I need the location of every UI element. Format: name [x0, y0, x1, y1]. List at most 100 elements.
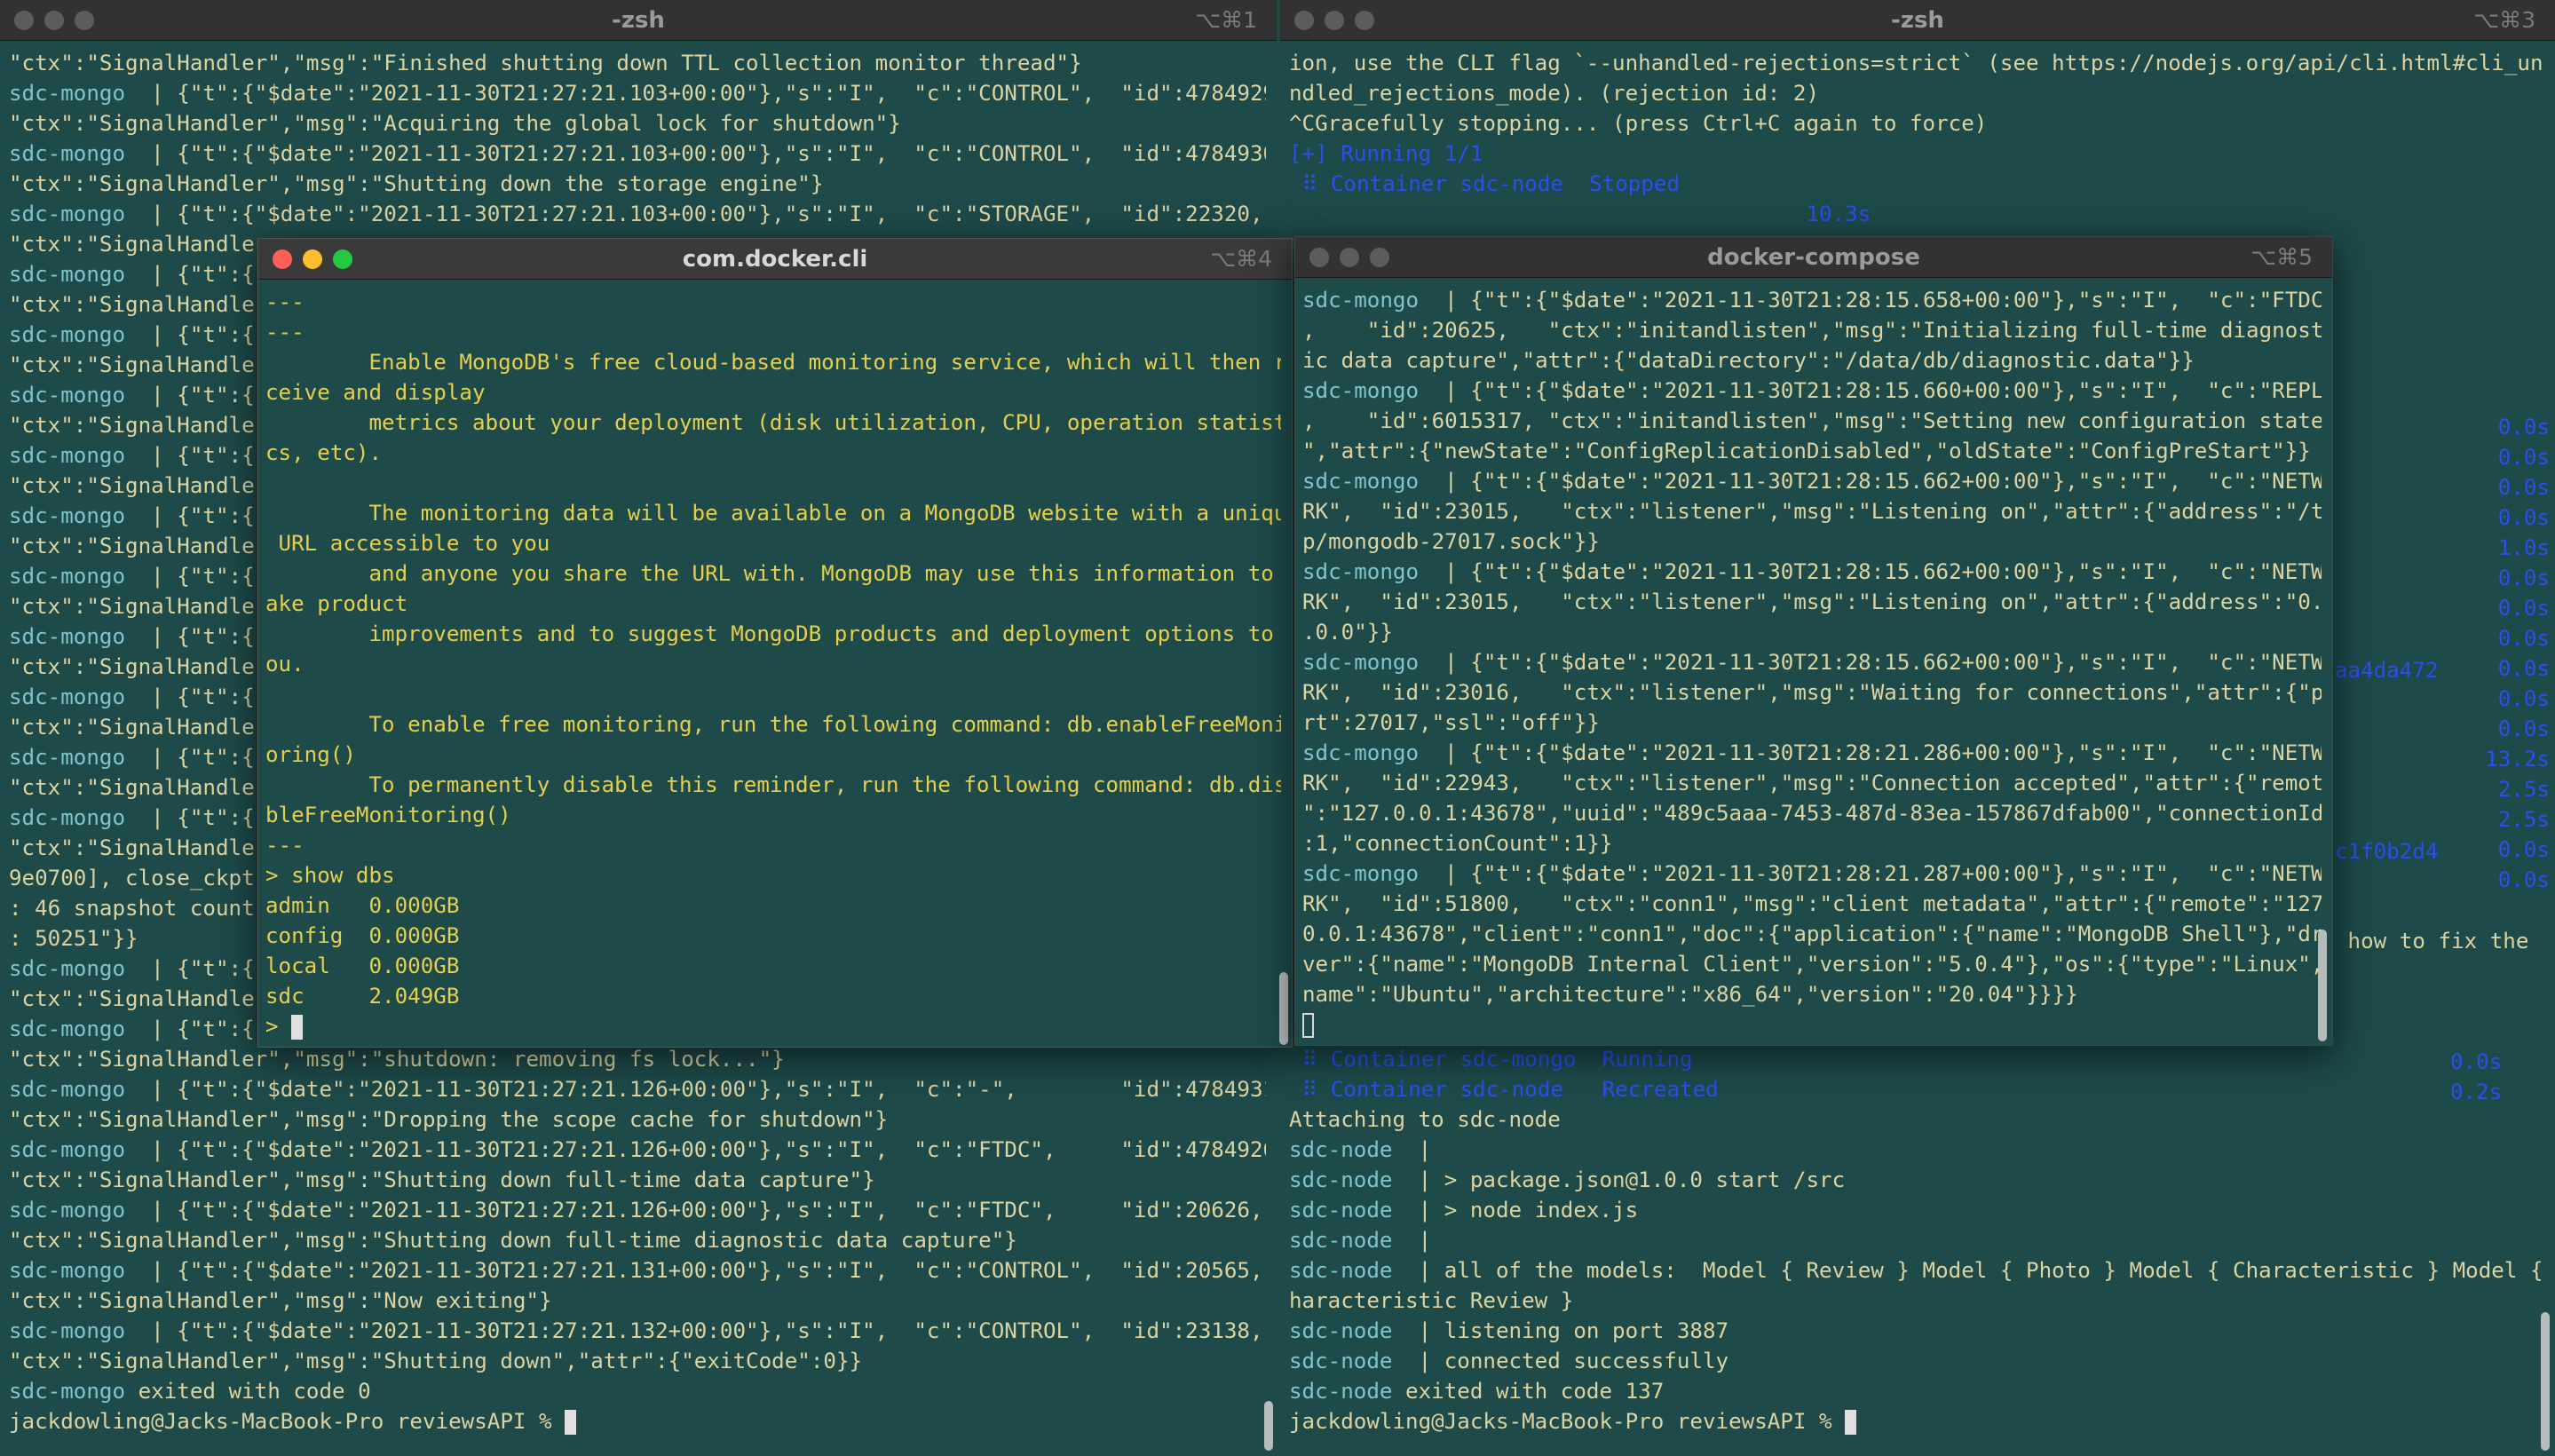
line-text: exited with code 137 [1392, 1379, 1665, 1404]
line-text: "ctx":"SignalHandle [9, 594, 255, 619]
terminal-line: > show dbs [265, 860, 1281, 890]
window-titlebar[interactable]: -zsh ⌥⌘1 [0, 0, 1277, 41]
terminal-window-mongo-cli[interactable]: com.docker.cli ⌥⌘4 --- --- Enable MongoDB… [257, 238, 1293, 1048]
service-prefix: sdc-mongo [9, 202, 126, 226]
line-text: --- [265, 320, 305, 344]
line-text: "ctx":"SignalHandler","msg":"shutdown: r… [9, 1047, 785, 1072]
duration-label: 0.0s [2497, 867, 2550, 892]
line-text: exited with code 0 [125, 1379, 371, 1404]
terminal-window-docker-compose[interactable]: docker-compose ⌥⌘5 sdc-mongo | {"t":{"$d… [1294, 236, 2333, 1046]
service-prefix: sdc-mongo [9, 684, 126, 709]
line-text: [+] Running 1/1 [1289, 141, 1483, 166]
line-text: | connected successfully [1392, 1349, 1729, 1373]
terminal-line: sdc-mongo | {"t":{"$date":"2021-11-30T21… [9, 1195, 1266, 1225]
line-text: | {"t":{" [125, 443, 268, 468]
terminal-line: To permanently disable this reminder, ru… [265, 770, 1281, 800]
line-text: and anyone you share the URL with. Mongo… [265, 561, 1281, 586]
line-text: | listening on port 3887 [1392, 1318, 1729, 1343]
scrollbar[interactable] [1279, 972, 1288, 1045]
line-text: ake product [265, 591, 408, 616]
line-text: | > package.json@1.0.0 start /src [1392, 1167, 1846, 1192]
line-text: "ctx":"SignalHandle [9, 232, 255, 257]
duration-label: 0.0s [2497, 445, 2550, 470]
terminal-line: --- [265, 830, 1281, 860]
terminal-line: and anyone you share the URL with. Mongo… [265, 558, 1281, 589]
terminal-line: ou. [265, 649, 1281, 679]
line-text: | {"t":{" [125, 383, 268, 408]
window-titlebar[interactable]: com.docker.cli ⌥⌘4 [258, 239, 1292, 280]
scrollbar[interactable] [1264, 1401, 1273, 1451]
terminal-line: ceive and display [265, 377, 1281, 408]
service-prefix: sdc-node [1289, 1137, 1393, 1162]
text-cursor[interactable] [1845, 1410, 1857, 1435]
terminal-line: Attaching to sdc-node [1289, 1104, 2544, 1135]
terminal-line: --- [265, 317, 1281, 347]
line-text: 0.0.1:43678","client":"conn1","doc":{"ap… [1302, 922, 2322, 946]
line-text: RK", "id":23015, "ctx":"listener","msg":… [1302, 499, 2322, 524]
line-text: "ctx":"SignalHandler","msg":"Shutting do… [9, 1167, 875, 1192]
duration-label: 2.5s [2497, 777, 2550, 802]
line-text: bleFreeMonitoring() [265, 803, 511, 827]
line-text: ou. [265, 652, 305, 677]
side-time-recreated: 0.2s [2450, 1080, 2503, 1104]
line-text: Attaching to sdc-node [1289, 1107, 1561, 1132]
line-text: "ctx":"SignalHandler","msg":"Finished sh… [9, 51, 1082, 75]
terminal-line: jackdowling@Jacks-MacBook-Pro reviewsAPI… [1289, 1406, 2544, 1436]
service-prefix: sdc-mongo [9, 1077, 126, 1102]
terminal-line: sdc-mongo | {"t":{"$date":"2021-11-30T21… [9, 1255, 1266, 1286]
line-text: , "id":20625, "ctx":"initandlisten","msg… [1302, 318, 2322, 343]
side-time-running: 0.0s [2450, 1049, 2503, 1074]
line-text: | {"t":{"$date":"2021-11-30T21:28:15.660… [1419, 378, 2322, 403]
line-text: .0.0"}} [1302, 620, 1393, 645]
terminal-line: sdc-mongo | {"t":{"$date":"2021-11-30T21… [1302, 647, 2322, 677]
terminal-line: 0.0.1:43678","client":"conn1","doc":{"ap… [1302, 919, 2322, 949]
terminal-line: --- [265, 287, 1281, 317]
line-text: ndled_rejections_mode). (rejection id: 2… [1289, 81, 1820, 106]
terminal-line: "ctx":"SignalHandler","msg":"Dropping th… [9, 1104, 1266, 1135]
window-titlebar[interactable]: -zsh ⌥⌘3 [1280, 0, 2555, 41]
terminal-line: [+] Running 1/1 [1289, 138, 2544, 169]
line-text: --- [265, 289, 305, 314]
text-cursor[interactable] [565, 1410, 577, 1435]
line-text: "ctx":"SignalHandle [9, 715, 255, 740]
terminal-line: ⠿ Container sdc-node Stopped [1289, 169, 2544, 199]
text-cursor[interactable] [291, 1015, 304, 1040]
terminal-line: RK", "id":23016, "ctx":"listener","msg":… [1302, 677, 2322, 708]
terminal-line: improvements and to suggest MongoDB prod… [265, 619, 1281, 649]
line-text: | {"t":{"$date":"2021-11-30T21:27:21.132… [125, 1318, 1263, 1343]
terminal-line: sdc-mongo | {"t":{"$date":"2021-11-30T21… [9, 138, 1266, 169]
terminal-line: config 0.000GB [265, 921, 1281, 951]
text-cursor[interactable] [1302, 1013, 1314, 1038]
window-shortcut: ⌥⌘5 [2250, 244, 2313, 270]
terminal-line: haracteristic Review } [1289, 1286, 2544, 1316]
terminal-line: ic data capture","attr":{"dataDirectory"… [1302, 345, 2322, 376]
duration-label: 2.5s [2497, 807, 2550, 832]
compose-log-output[interactable]: sdc-mongo | {"t":{"$date":"2021-11-30T21… [1295, 278, 2332, 1045]
mongo-shell-output[interactable]: --- --- Enable MongoDB's free cloud-based… [258, 280, 1292, 1047]
line-text: "ctx":"SignalHandler","msg":"Acquiring t… [9, 111, 901, 136]
terminal-line: , "id":20625, "ctx":"initandlisten","msg… [1302, 315, 2322, 345]
duration-label: 0.0s [2497, 505, 2550, 530]
service-prefix: sdc-mongo [9, 1258, 126, 1283]
terminal-line: ^CGracefully stopping... (press Ctrl+C a… [1289, 108, 2544, 138]
line-text: ":"127.0.0.1:43678","uuid":"489c5aaa-745… [1302, 801, 2322, 826]
window-titlebar[interactable]: docker-compose ⌥⌘5 [1295, 237, 2332, 278]
line-text: | {"t":{" [125, 262, 268, 287]
duration-label: 1.0s [2497, 535, 2550, 560]
service-prefix: sdc-mongo [9, 262, 126, 287]
terminal-line: ","attr":{"newState":"ConfigReplicationD… [1302, 436, 2322, 466]
line-text: To permanently disable this reminder, ru… [265, 772, 1281, 797]
duration-label: 0.0s [2497, 566, 2550, 590]
line-text: ceive and display [265, 380, 486, 405]
service-prefix: sdc-node [1289, 1349, 1393, 1373]
line-text: | {"t":{"$date":"2021-11-30T21:27:21.103… [125, 141, 1266, 166]
scrollbar[interactable] [2541, 1312, 2550, 1451]
scrollbar[interactable] [2318, 930, 2327, 1041]
line-text: RK", "id":23015, "ctx":"listener","msg":… [1302, 590, 2322, 614]
terminal-line: "ctx":"SignalHandler","msg":"Shutting do… [9, 1346, 1266, 1376]
line-text: "ctx":"SignalHandle [9, 473, 255, 498]
terminal-line: ⠿ Container sdc-node Recreated [1289, 1074, 2544, 1104]
line-text: "ctx":"SignalHandle [9, 835, 255, 860]
